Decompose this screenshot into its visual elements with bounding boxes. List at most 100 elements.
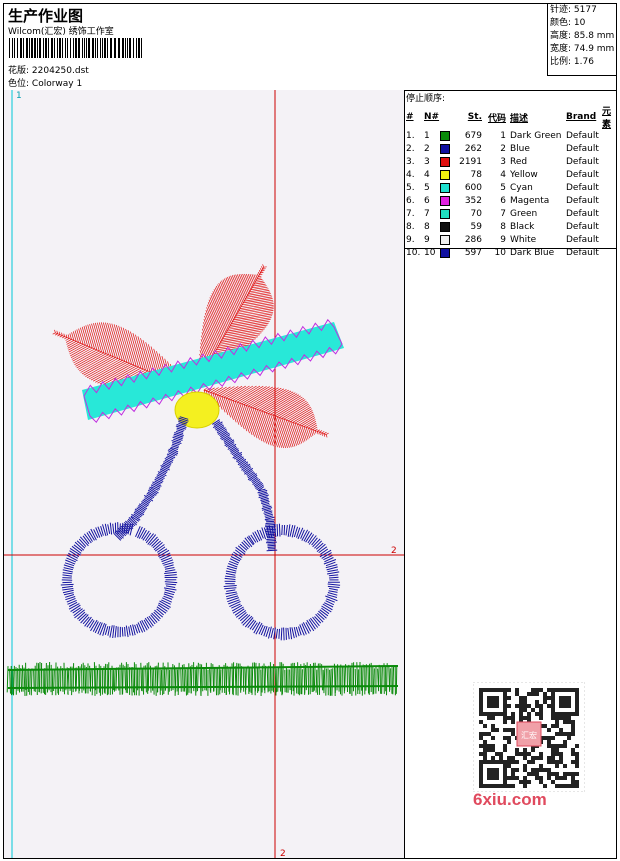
row-brand: Default xyxy=(566,131,599,141)
col-stitches: St. xyxy=(467,112,482,122)
stop-sequence-panel: 停止顺序: # N# St. 代码 描述 Brand 元素 1. 1 679 1 Dar… xyxy=(405,90,616,258)
sheet-title: 生产作业图 xyxy=(8,7,84,25)
row-code: 9 xyxy=(500,235,506,245)
row-brand: Default xyxy=(566,170,599,180)
colorway-label: 色位: xyxy=(8,79,30,89)
row-needle: 3 xyxy=(424,157,430,167)
row-code: 10 xyxy=(494,248,506,258)
design-canvas[interactable]: 1 2 2 xyxy=(4,90,405,858)
stitch-count: 针迹: 5177 xyxy=(550,5,597,15)
row-index: 6. xyxy=(406,196,415,206)
col-code: 代码 xyxy=(487,113,506,124)
design-stats: 针迹: 5177 颜色: 10 高度: 85.8 mm 宽度: 74.9 mm … xyxy=(547,4,617,76)
table-row: 1. 1 679 1 Dark Green Default xyxy=(406,130,616,143)
color-swatch-icon xyxy=(440,234,450,245)
row-code: 5 xyxy=(500,183,506,193)
color-swatch-icon xyxy=(440,169,450,180)
row-stitches: 59 xyxy=(470,222,482,232)
col-element: 元素 xyxy=(602,107,612,130)
color-count: 颜色: 10 xyxy=(550,18,586,28)
row-stitches: 597 xyxy=(464,248,482,258)
row-brand: Default xyxy=(566,144,599,154)
row-needle: 10 xyxy=(424,248,436,258)
design-ratio: 比例: 1.76 xyxy=(550,57,594,67)
color-swatch-icon xyxy=(440,195,450,206)
sheet-header: 生产作业图 Wilcom(汇宏) 绣饰工作室 花版: 2204250.dst 色… xyxy=(4,4,617,91)
company-name: Wilcom(汇宏) 绣饰工作室 xyxy=(8,27,114,37)
row-index: 8. xyxy=(406,222,415,232)
row-brand: Default xyxy=(566,196,599,206)
marker-right: 2 xyxy=(391,546,397,556)
row-stitches: 679 xyxy=(464,131,482,141)
row-swatch xyxy=(440,156,456,169)
row-description: Magenta xyxy=(510,196,550,206)
stop-sequence-table: # N# St. 代码 描述 Brand 元素 1. 1 679 1 Dark Gree… xyxy=(406,104,616,260)
table-row: 8. 8 59 8 Black Default xyxy=(406,221,616,234)
row-index: 1. xyxy=(406,131,415,141)
table-row: 5. 5 600 5 Cyan Default xyxy=(406,182,616,195)
row-code: 8 xyxy=(500,222,506,232)
row-description: Yellow xyxy=(510,170,538,180)
col-index: # xyxy=(406,112,414,122)
row-index: 4. xyxy=(406,170,415,180)
row-element xyxy=(602,195,616,208)
row-element xyxy=(602,143,616,156)
row-swatch xyxy=(440,195,456,208)
row-brand: Default xyxy=(566,183,599,193)
color-swatch-icon xyxy=(440,247,450,258)
row-brand: Default xyxy=(566,157,599,167)
row-code: 6 xyxy=(500,196,506,206)
design-file-row: 花版: 2204250.dst xyxy=(8,63,89,76)
qr-stamp-text: 汇宏 xyxy=(521,730,537,740)
col-brand: Brand xyxy=(566,112,597,122)
row-swatch xyxy=(440,169,456,182)
design-file-value: 2204250.dst xyxy=(31,66,89,76)
row-description: Dark Green xyxy=(510,131,562,141)
row-description: Green xyxy=(510,209,538,219)
color-swatch-icon xyxy=(440,221,450,232)
row-brand: Default xyxy=(566,222,599,232)
embroidery-preview: 1 2 2 xyxy=(4,90,404,858)
row-needle: 5 xyxy=(424,183,430,193)
row-description: Dark Blue xyxy=(510,248,555,258)
row-needle: 9 xyxy=(424,235,430,245)
row-swatch xyxy=(440,130,456,143)
production-sheet: 生产作业图 Wilcom(汇宏) 绣饰工作室 花版: 2204250.dst 色… xyxy=(3,3,617,859)
row-description: Red xyxy=(510,157,528,167)
qr-code-watermark: 汇宏 xyxy=(472,681,586,806)
row-element xyxy=(602,234,616,247)
marker-top: 1 xyxy=(16,91,22,101)
watermark-brand: 6xiu.com xyxy=(473,790,547,809)
row-code: 4 xyxy=(500,170,506,180)
row-swatch xyxy=(440,143,456,156)
row-description: Cyan xyxy=(510,183,533,193)
row-brand: Default xyxy=(566,248,599,258)
colorway-value: Colorway 1 xyxy=(31,79,83,89)
col-description: 描述 xyxy=(510,113,529,124)
row-description: Blue xyxy=(510,144,530,154)
color-swatch-icon xyxy=(440,182,450,193)
row-index: 3. xyxy=(406,157,415,167)
row-needle: 2 xyxy=(424,144,430,154)
color-swatch-icon xyxy=(440,208,450,219)
table-row: 10. 10 597 10 Dark Blue Default xyxy=(406,247,616,260)
barcode xyxy=(9,38,142,58)
col-swatch xyxy=(440,104,456,130)
row-needle: 8 xyxy=(424,222,430,232)
table-row: 7. 7 70 7 Green Default xyxy=(406,208,616,221)
row-stitches: 352 xyxy=(464,196,482,206)
row-element xyxy=(602,208,616,221)
table-row: 4. 4 78 4 Yellow Default xyxy=(406,169,616,182)
row-index: 2. xyxy=(406,144,415,154)
row-needle: 6 xyxy=(424,196,430,206)
color-swatch-icon xyxy=(440,156,450,167)
row-stitches: 286 xyxy=(464,235,482,245)
color-swatch-icon xyxy=(440,143,450,154)
marker-bottom: 2 xyxy=(280,849,286,858)
green-grass-strip xyxy=(6,661,399,697)
row-needle: 1 xyxy=(424,131,430,141)
row-element xyxy=(602,247,616,260)
table-row: 2. 2 262 2 Blue Default xyxy=(406,143,616,156)
row-code: 7 xyxy=(500,209,506,219)
row-needle: 4 xyxy=(424,170,430,180)
